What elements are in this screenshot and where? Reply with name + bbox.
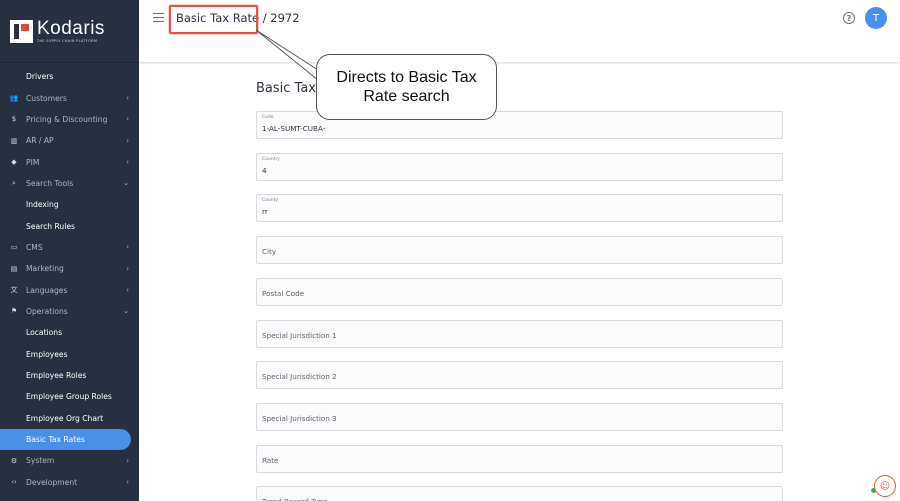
city-field[interactable]: City [256, 236, 783, 265]
breadcrumb-highlight [169, 5, 258, 34]
sidebar-item-label: CMS [26, 242, 43, 252]
code-icon: ‹› [11, 478, 17, 487]
sidebar-item-label: Employee Org Chart [26, 413, 104, 423]
sidebar-item-cms[interactable]: ▭ CMS › [0, 237, 139, 258]
sidebar-item-development[interactable]: ‹› Development › [0, 472, 139, 493]
sidebar-nav: Drivers 👥 Customers › $ Pricing & Discounting… [0, 63, 139, 493]
field-label: Code [262, 115, 274, 120]
sidebar-item-label: Indexing [26, 200, 59, 210]
sidebar-item-label: Drivers [26, 72, 54, 82]
county-field[interactable]: County rr [256, 194, 783, 223]
field-placeholder: Postal Code [262, 288, 305, 298]
chevron-right-icon: › [126, 286, 129, 295]
help-icon[interactable]: ? [843, 12, 855, 24]
sidebar-item-label: Employee Group Roles [26, 392, 112, 402]
field-placeholder: Trend Record Type [262, 497, 328, 501]
sidebar-item-basic-tax-rates[interactable]: Basic Tax Rates [0, 428, 131, 451]
rate-field[interactable]: Rate [256, 444, 783, 473]
logo-tagline: THE SUPPLY CHAIN PLATFORM [37, 39, 98, 43]
chevron-right-icon: › [126, 136, 129, 145]
chevron-right-icon: › [126, 115, 129, 124]
sidebar-item-label: Employee Roles [26, 370, 87, 380]
tag-icon: ◆ [11, 158, 17, 167]
country-field[interactable]: Country 4 [256, 152, 783, 181]
marketing-icon: ▤ [10, 264, 18, 273]
sidebar-item-ar-ap[interactable]: ▥ AR / AP › [0, 130, 139, 151]
sidebar-item-languages[interactable]: 文 Languages › [0, 279, 139, 300]
kodaris-logo-icon [10, 19, 33, 43]
logo-name: Kodaris [37, 18, 105, 39]
gear-icon: ⚙ [10, 456, 18, 465]
chat-widget-icon[interactable]: ☺ [874, 475, 896, 497]
sidebar-item-pricing-discounting[interactable]: $ Pricing & Discounting › [0, 109, 139, 130]
sidebar-item-label: Development [26, 477, 78, 487]
main-content: Basic Tax Code 1-AL-SUMT-CUBA- Country 4 Cou… [139, 64, 900, 501]
operations-icon: ⚑ [10, 307, 18, 316]
field-placeholder: Rate [262, 455, 279, 465]
sidebar-item-label: Marketing [26, 264, 64, 274]
sidebar-item-employees[interactable]: Employees [0, 343, 139, 364]
sidebar-item-label: Customers [26, 93, 67, 103]
sidebar-item-search-tools[interactable]: ⌕ Search Tools ⌄ [0, 173, 139, 194]
field-placeholder: Special Jurisdiction 3 [262, 413, 337, 423]
cms-icon: ▭ [10, 243, 18, 252]
chevron-down-icon: ⌄ [123, 307, 129, 316]
sidebar-item-system[interactable]: ⚙ System › [0, 450, 139, 471]
users-icon: 👥 [9, 94, 19, 103]
special-jurisdiction-2-field[interactable]: Special Jurisdiction 2 [256, 361, 783, 390]
dollar-icon: $ [11, 115, 17, 124]
sidebar-item-label: AR / AP [26, 136, 54, 146]
search-icon: ⌕ [12, 178, 16, 187]
sidebar-item-operations[interactable]: ⚑ Operations ⌄ [0, 301, 139, 322]
field-value[interactable]: 4 [262, 166, 267, 175]
field-placeholder: Special Jurisdiction 1 [262, 330, 337, 340]
form-title: Basic Tax [256, 81, 316, 96]
chevron-right-icon: › [126, 94, 129, 103]
sidebar-item-label: Search Rules [26, 221, 75, 231]
field-placeholder: Special Jurisdiction 2 [262, 372, 337, 382]
field-label: County [262, 198, 279, 204]
sidebar: Kodaris THE SUPPLY CHAIN PLATFORM Driver… [0, 0, 139, 501]
sidebar-item-employee-group-roles[interactable]: Employee Group Roles [0, 386, 139, 407]
chevron-right-icon: › [126, 478, 129, 487]
sidebar-item-label: Locations [26, 328, 63, 338]
logo[interactable]: Kodaris THE SUPPLY CHAIN PLATFORM [0, 0, 139, 63]
trend-record-type-field[interactable]: Trend Record Type [256, 486, 783, 501]
callout-bubble: Directs to Basic Tax Rate search [316, 54, 497, 120]
chevron-right-icon: › [126, 456, 129, 465]
chevron-down-icon: ⌄ [123, 179, 129, 188]
field-value[interactable]: rr [262, 207, 268, 216]
sidebar-item-search-rules[interactable]: Search Rules [0, 215, 139, 236]
bank-icon: ▥ [10, 136, 18, 145]
field-placeholder: City [262, 247, 277, 257]
sidebar-item-customers[interactable]: 👥 Customers › [0, 87, 139, 108]
sidebar-item-employee-roles[interactable]: Employee Roles [0, 365, 139, 386]
sidebar-item-label: Employees [26, 349, 68, 359]
postal-code-field[interactable]: Postal Code [256, 277, 783, 306]
sidebar-item-label: System [26, 456, 55, 466]
sidebar-item-indexing[interactable]: Indexing [0, 194, 139, 215]
sidebar-item-drivers[interactable]: Drivers [0, 66, 139, 87]
sidebar-item-label: Languages [26, 285, 68, 295]
chevron-right-icon: › [126, 243, 129, 252]
sidebar-item-label: Search Tools [26, 178, 74, 188]
menu-toggle-icon[interactable] [153, 13, 164, 22]
field-value[interactable]: 1-AL-SUMT-CUBA- [262, 124, 325, 133]
translate-icon: 文 [10, 286, 18, 295]
sidebar-item-locations[interactable]: Locations [0, 322, 139, 343]
special-jurisdiction-1-field[interactable]: Special Jurisdiction 1 [256, 319, 783, 348]
chevron-right-icon: › [126, 264, 129, 273]
sidebar-item-label: Basic Tax Rates [26, 435, 85, 445]
sidebar-item-label: Operations [26, 306, 68, 316]
field-label: Country [262, 156, 280, 162]
sidebar-item-pim[interactable]: ◆ PIM › [0, 151, 139, 172]
sidebar-item-label: PIM [26, 157, 40, 167]
chevron-right-icon: › [126, 158, 129, 167]
sidebar-item-marketing[interactable]: ▤ Marketing › [0, 258, 139, 279]
sidebar-item-employee-org-chart[interactable]: Employee Org Chart [0, 408, 139, 429]
sidebar-item-label: Pricing & Discounting [26, 114, 108, 124]
special-jurisdiction-3-field[interactable]: Special Jurisdiction 3 [256, 402, 783, 431]
avatar[interactable]: T [865, 7, 887, 29]
